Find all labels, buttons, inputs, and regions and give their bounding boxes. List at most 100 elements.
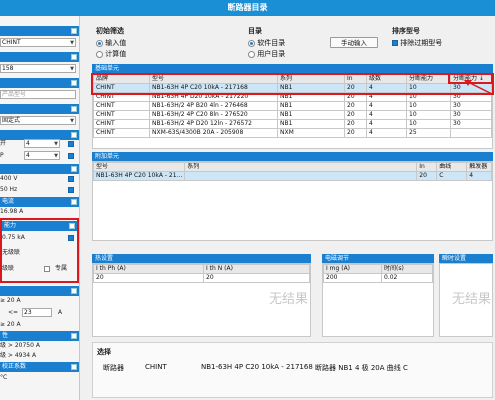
table-row[interactable]: NB1-63H 4P C20 10kA - 21... 20 C 4 [92,171,492,181]
manual-input-button[interactable]: 手动输入 [330,37,378,48]
size-select[interactable]: 158 ▼ [0,64,76,73]
addon-unit-pane: 型号 系列 In 曲线 触发器 NB1-63H 4P C20 10kA - 21… [92,161,493,241]
chevron-down-icon: ▼ [54,141,58,147]
cascade-label: 级联 [2,265,15,272]
correction-header-checkbox[interactable] [71,364,77,370]
table-row[interactable]: CHINT NB1-63H/2 4P B20 4ln - 276468 NB1 20 4… [93,101,492,111]
property-header-checkbox[interactable] [71,333,77,339]
cell-poles: 4 [366,101,407,111]
brand-select[interactable]: CHINT ▼ [0,38,76,47]
cell-brand: CHINT [93,101,150,111]
rating2: ≥ 20 A [0,321,21,328]
current-header-checkbox[interactable] [71,199,77,205]
col-in[interactable]: In [416,162,438,172]
cell-model: NB1-63H 4P C20 10kA - 21... [92,171,186,181]
cell-brand: CHINT [93,128,150,138]
fixed-label: 专属 [55,265,68,272]
size-header-checkbox[interactable] [71,54,77,60]
breaking-checkbox[interactable] [68,234,74,242]
breaking-header-checkbox[interactable] [69,223,75,229]
model-header [0,78,79,88]
radio-user-catalog[interactable]: 用户目录 [248,49,285,59]
magnetic-pane: I mg (A) 时间(s) 200 0.02 [322,263,434,337]
col-series[interactable]: 系列 [184,162,418,172]
property-value-2: 级 > 4934 A [0,352,37,359]
cell-series: NB1 [277,119,345,129]
radio-input-value[interactable]: 输入值 [96,38,126,48]
p-label: P [0,152,4,159]
window-title: 断路器目录 [227,3,268,12]
addon-unit-header: 附加单元 [92,152,493,161]
col-curve[interactable]: 曲线 [436,162,468,172]
selection-description: 断路器 NB1 4 极 20A 曲线 C [315,364,408,372]
checkmark-icon [68,235,74,241]
current-value: 16.98 A [0,208,24,215]
left-filter-panel: CHINT ▼ 158 ▼ 产品型号 固定式 ▼ 开 4 ▼ P 4 ▼ 400 V 50… [0,16,80,400]
brand-header [0,26,79,36]
catalog-label: 目录 [248,27,262,35]
install-header-checkbox[interactable] [71,106,77,112]
model-input[interactable]: 产品型号 [0,90,76,99]
cell-img: 200 [323,273,382,283]
col-model[interactable]: 型号 [92,162,186,172]
selection-header: 选择 [97,348,111,356]
brand-header-checkbox[interactable] [71,28,77,34]
rating-header-checkbox[interactable] [71,288,77,294]
cell-in: 20 [344,128,367,138]
radio-calc-value[interactable]: 计算值 [96,49,126,59]
checkmark-icon [392,40,398,46]
current-header-label: 电流 [2,198,15,205]
p-checkbox[interactable] [68,152,74,160]
cell-ith-ph: 20 [93,273,204,283]
le-input[interactable]: 23 [22,308,52,317]
model-header-checkbox[interactable] [71,80,77,86]
table-row[interactable]: CHINT NB1-63H/2 4P D20 12ln - 276572 NB1 20… [93,119,492,129]
table-row[interactable]: CHINT NB1-63H/2 4P C20 8ln - 276520 NB1 20 4… [93,110,492,120]
size-value: 158 [2,65,14,72]
radio-icon [96,50,103,58]
table-row[interactable]: CHINT NXM-63S/4300B 20A - 205908 NXM 20 4 25 [93,128,492,138]
freq-checkbox[interactable] [68,186,74,194]
install-select[interactable]: 固定式 ▼ [0,116,76,125]
cell-breaking2 [450,128,492,138]
chevron-down-icon: ▼ [70,66,74,72]
correction-header: 校正系数 [0,362,79,372]
fixed-checkbox[interactable] [44,265,50,273]
table-row[interactable]: 200 0.02 [323,273,433,283]
sort-label: 排序型号 [392,27,420,35]
thermal-pane: I th Ph (A) I th N (A) 20 20 无结果 [92,263,311,337]
open-select[interactable]: 4 ▼ [24,139,60,148]
cell-breaking: 25 [406,128,451,138]
table-row[interactable]: 20 20 [93,273,310,283]
exclude-expired-checkbox[interactable]: 排除过期型号 [392,38,442,48]
cell-breaking: 10 [406,110,451,120]
col-ith-n: I th N (A) [203,264,310,274]
radio-icon [248,50,255,58]
addon-unit-table: 型号 系列 In 曲线 触发器 NB1-63H 4P C20 10kA - 21… [92,162,492,181]
checkmark-icon [68,141,74,147]
cell-brand: CHINT [93,110,150,120]
radio-selected-icon [248,39,255,47]
install-header [0,104,79,114]
poles-header-checkbox[interactable] [71,132,77,138]
window-title-bar: 断路器目录 [0,0,495,16]
col-trigger[interactable]: 触发器 [466,162,492,172]
cell-model: NB1-63H/2 4P D20 12ln - 276572 [149,119,278,129]
open-checkbox[interactable] [68,140,74,148]
no-cascade-label: 无级联 [2,249,21,256]
cell-breaking: 10 [406,101,451,111]
annotation-arrow-icon [464,80,493,95]
chevron-down-icon: ▼ [70,40,74,46]
voltage-header [0,164,79,174]
checkbox-icon [44,266,50,272]
init-filter-label: 初始筛选 [96,27,124,35]
cell-model: NB1-63H/2 4P C20 8ln - 276520 [149,110,278,120]
voltage-header-checkbox[interactable] [71,166,77,172]
current-header: 电流 [0,197,79,207]
magnetic-header: 电磁调节 [322,254,434,263]
voltage-checkbox[interactable] [68,175,74,183]
selection-brand: CHINT [145,363,167,371]
checkmark-icon [68,153,74,159]
p-select[interactable]: 4 ▼ [24,151,60,160]
radio-software-catalog[interactable]: 软件目录 [248,38,285,48]
